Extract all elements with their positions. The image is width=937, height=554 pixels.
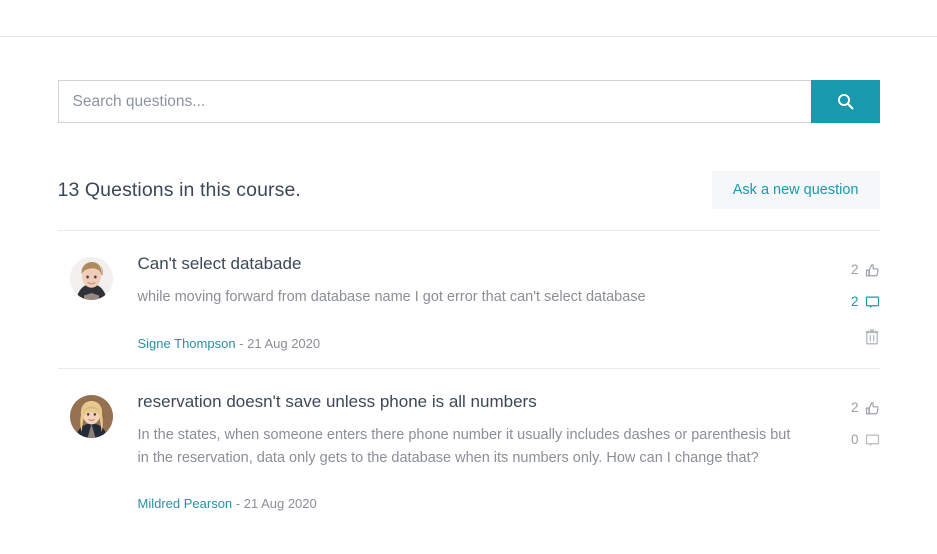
question-meta: Mildred Pearson - 21 Aug 2020	[138, 497, 798, 510]
page-wrapper: 13 Questions in this course. Ask a new q…	[0, 37, 937, 528]
question-date-separator: -	[232, 496, 244, 512]
comment-icon	[865, 295, 880, 310]
delete-question-button[interactable]	[818, 329, 880, 350]
avatar	[69, 395, 113, 438]
question-avatar-column	[58, 253, 138, 350]
question-title[interactable]: reservation doesn't save unless phone is…	[138, 391, 798, 412]
comment-icon	[865, 433, 880, 448]
comment-count: 0	[850, 432, 859, 448]
trash-icon	[865, 329, 879, 350]
question-date: 21 Aug 2020	[243, 496, 317, 512]
avatar	[69, 257, 113, 300]
ask-new-question-button[interactable]: Ask a new question	[711, 170, 880, 210]
question-list-item[interactable]: reservation doesn't save unless phone is…	[57, 368, 880, 528]
question-list-item[interactable]: Can't select databade while moving forwa…	[57, 230, 880, 368]
top-navigation-bar	[0, 0, 937, 37]
question-text: while moving forward from database name …	[137, 289, 646, 306]
question-meta: Signe Thompson - 21 Aug 2020	[138, 337, 798, 350]
comment-stat[interactable]: 0	[818, 429, 880, 451]
question-date-separator: -	[235, 335, 248, 351]
questions-header-row: 13 Questions in this course. Ask a new q…	[58, 170, 880, 210]
comment-stat[interactable]: 2	[818, 291, 880, 313]
question-title[interactable]: Can't select databade	[138, 253, 798, 274]
thumbs-up-icon	[865, 263, 880, 278]
question-stats: 2 2	[818, 253, 880, 350]
question-author[interactable]: Signe Thompson	[138, 336, 236, 351]
like-count: 2	[850, 262, 859, 278]
like-count: 2	[850, 400, 859, 416]
search-icon	[837, 93, 854, 110]
content-container: 13 Questions in this course. Ask a new q…	[57, 37, 880, 528]
search-input[interactable]	[57, 80, 811, 123]
search-bar	[57, 80, 880, 123]
comment-count: 2	[850, 294, 859, 310]
question-author[interactable]: Mildred Pearson	[138, 496, 233, 511]
question-body: Can't select databade while moving forwa…	[138, 253, 818, 350]
question-body: reservation doesn't save unless phone is…	[138, 391, 818, 510]
thumbs-up-icon	[865, 401, 880, 416]
question-avatar-column	[58, 391, 138, 510]
questions-list: Can't select databade while moving forwa…	[57, 230, 880, 528]
question-text: In the states, when someone enters there…	[137, 427, 791, 466]
like-stat[interactable]: 2	[818, 259, 880, 281]
search-button[interactable]	[810, 80, 880, 123]
question-date: 21 Aug 2020	[247, 335, 321, 351]
like-stat[interactable]: 2	[818, 397, 880, 419]
page-title: 13 Questions in this course.	[57, 178, 301, 201]
question-stats: 2 0	[818, 391, 880, 510]
